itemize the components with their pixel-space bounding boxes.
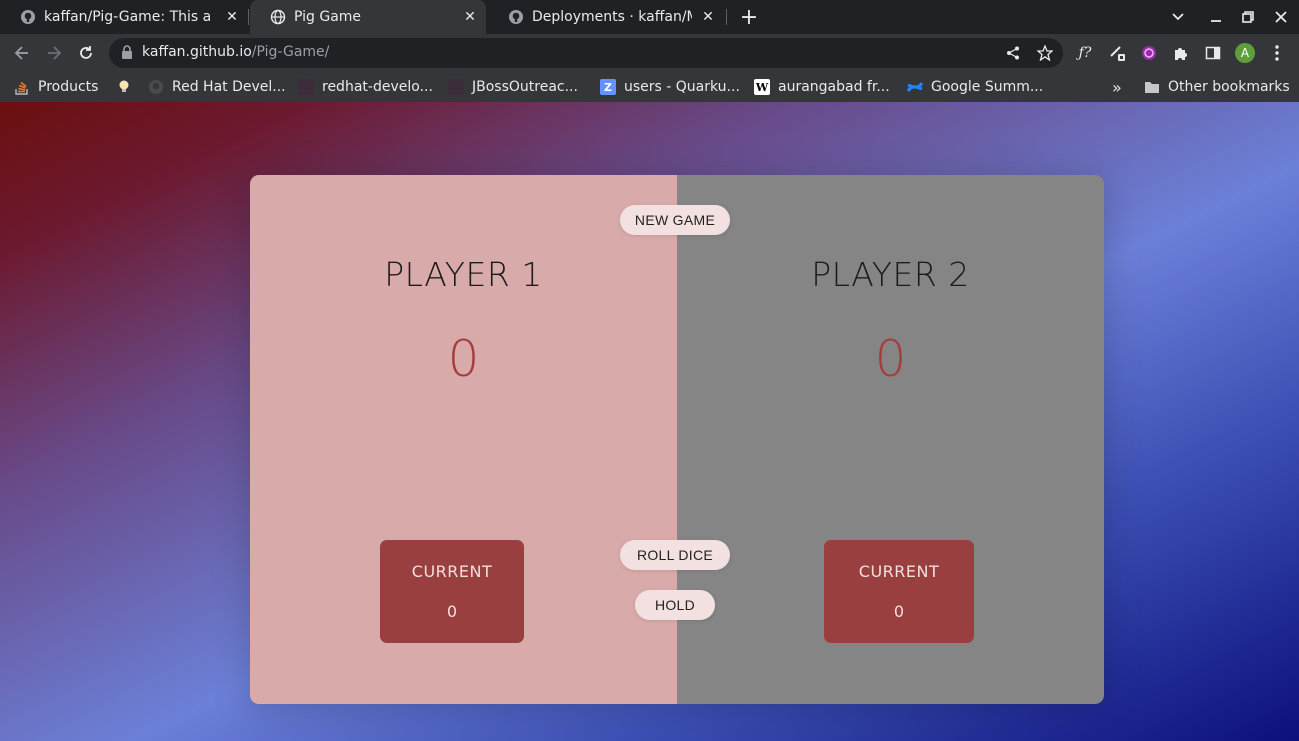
close-icon[interactable]: ✕ [700,9,716,25]
reload-icon[interactable] [74,41,98,65]
profile-avatar[interactable]: A [1235,43,1255,63]
new-game-button[interactable]: New game [620,205,730,235]
bookmark-red-hat-developers[interactable]: Red Hat Devel... [148,77,286,97]
back-icon[interactable] [10,41,34,65]
formula-extension-icon[interactable]: ƒ? [1073,41,1097,65]
browser-toolbar: kaffan.github.io/Pig-Game/ ƒ? [0,34,1299,72]
bookmark-jboss-outreach[interactable]: JBossOutreac... [448,77,578,97]
extensions-puzzle-icon[interactable] [1169,41,1193,65]
player-1-panel: Player 1 0 Current 0 [250,175,677,704]
github-icon [20,9,36,25]
bookmark-quarkus-users[interactable]: Z users - Quarku... [600,77,740,97]
tab-title: Pig Game [294,9,362,25]
bookmark-label: JBossOutreac... [472,79,578,95]
url-text: kaffan.github.io/Pig-Game/ [142,44,329,60]
minimize-icon[interactable] [1204,5,1228,29]
bookmark-label: Red Hat Devel... [172,79,286,95]
bookmark-label: aurangabad fr... [778,79,890,95]
restore-icon[interactable] [1236,5,1260,29]
game-board: Player 1 0 Current 0 Player 2 0 Current … [250,175,1104,704]
player-2-current-box: Current 0 [824,540,974,643]
square-icon [298,79,314,95]
lock-icon [121,45,135,61]
player-1-name: Player 1 [384,255,543,294]
github-icon [148,79,164,95]
player-1-current-score: 0 [446,602,458,621]
player-2-name: Player 2 [811,255,970,294]
bookmark-redhat-developer[interactable]: redhat-develo... [298,77,433,97]
folder-icon [1144,79,1160,95]
tab-pig-game-repo[interactable]: kaffan/Pig-Game: This a fun game ✕ [0,0,248,34]
bookmark-label: users - Quarku... [624,79,740,95]
url-host: kaffan.github.io [142,44,252,60]
bookmark-lightbulb[interactable] [116,77,140,97]
share-icon[interactable] [1001,41,1025,65]
bookmark-products[interactable]: Products [14,77,98,97]
page-viewport: Player 1 0 Current 0 Player 2 0 Current … [0,102,1299,741]
tab-title: kaffan/Pig-Game: This a fun game [44,9,216,25]
current-label: Current [858,562,940,581]
bookmark-label: Other bookmarks [1168,79,1290,95]
bookmark-label: Products [38,79,99,95]
bookmark-star-icon[interactable] [1033,41,1057,65]
address-bar[interactable]: kaffan.github.io/Pig-Game/ [109,38,1063,68]
purple-extension-icon[interactable] [1137,41,1161,65]
github-icon [508,9,524,25]
confluence-icon [907,79,923,95]
stack-overflow-icon [14,79,30,95]
player-1-current-box: Current 0 [380,540,524,643]
menu-kebab-icon[interactable] [1265,41,1289,65]
side-panel-icon[interactable] [1201,41,1225,65]
player-2-current-score: 0 [893,602,905,621]
wikipedia-icon: W [754,79,770,95]
pen-extension-icon[interactable] [1105,41,1129,65]
tab-pig-game[interactable]: Pig Game ✕ [250,0,486,34]
player-2-score: 0 [874,330,907,388]
bookmark-label: Google Summ... [931,79,1044,95]
close-icon[interactable]: ✕ [462,9,478,25]
browser-tab-strip: kaffan/Pig-Game: This a fun game ✕ Pig G… [0,0,1299,34]
bookmarks-overflow-button[interactable]: » [1112,77,1122,97]
lightbulb-icon [116,79,132,95]
new-tab-button[interactable]: + [737,5,761,30]
window-close-icon[interactable] [1269,5,1293,29]
url-path: /Pig-Game/ [251,44,330,60]
zulip-icon: Z [600,79,616,95]
roll-dice-button[interactable]: Roll dice [620,540,730,570]
bookmark-label: redhat-develo... [322,79,433,95]
tab-search-icon[interactable] [1166,5,1190,29]
tab-divider [248,9,249,25]
other-bookmarks-folder[interactable]: Other bookmarks [1144,77,1290,97]
current-label: Current [411,562,493,581]
bookmarks-bar: Products Red Hat Devel... redhat-develo.… [0,72,1299,102]
hold-button[interactable]: Hold [635,590,715,620]
bookmark-google-summer[interactable]: Google Summ... [907,77,1043,97]
close-icon[interactable]: ✕ [224,9,240,25]
square-icon [448,79,464,95]
forward-icon[interactable] [42,41,66,65]
bookmark-aurangabad[interactable]: W aurangabad fr... [754,77,890,97]
tab-title: Deployments · kaffan/Ma [532,9,692,25]
tab-deployments[interactable]: Deployments · kaffan/Ma ✕ [488,0,724,34]
player-1-score: 0 [447,330,480,388]
tab-divider [726,9,727,25]
globe-icon [270,9,286,25]
player-2-panel: Player 2 0 Current 0 [677,175,1104,704]
